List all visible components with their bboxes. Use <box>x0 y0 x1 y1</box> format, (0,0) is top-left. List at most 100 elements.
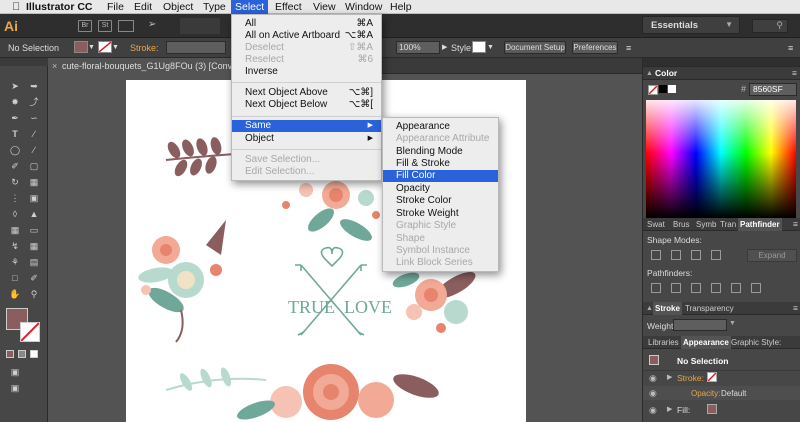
expand-button[interactable]: Expand <box>747 249 797 262</box>
minus-back-icon[interactable] <box>751 283 761 293</box>
preferences-button[interactable]: Preferences <box>572 41 618 54</box>
line-tool-icon[interactable]: ∕ <box>27 128 41 140</box>
visibility-eye-icon[interactable]: ◉ <box>649 405 657 416</box>
chevron-down-icon[interactable]: ▼ <box>88 42 95 54</box>
direct-selection-tool-icon[interactable]: ➥ <box>27 80 41 92</box>
workspace-switcher[interactable]: Essentials ▼ <box>642 16 740 34</box>
chevron-down-icon[interactable]: ▼ <box>729 320 736 327</box>
appearance-stroke-label[interactable]: Stroke: <box>677 373 704 383</box>
stroke-swatch[interactable] <box>98 41 112 53</box>
panel-menu-icon[interactable]: ≡ <box>788 42 793 54</box>
opacity-field[interactable]: 100% <box>396 41 440 54</box>
bridge-button[interactable]: Br <box>78 20 92 32</box>
curvature-tool-icon[interactable]: ∽ <box>27 112 41 124</box>
menu-view[interactable]: View <box>309 0 340 14</box>
fill-swatch[interactable] <box>74 41 88 53</box>
chevron-down-icon[interactable]: ▼ <box>487 42 494 54</box>
menu-item-next-object-below[interactable]: Next Object Below ⌥⌘[ <box>232 99 381 111</box>
appearance-opacity-label[interactable]: Opacity: <box>691 389 720 398</box>
eraser-icon[interactable]: ▢ <box>27 160 41 172</box>
black-swatch[interactable] <box>659 85 667 93</box>
menu-select[interactable]: Select <box>231 0 269 14</box>
submenu-item-fill-and-stroke[interactable]: Fill & Stroke <box>383 158 498 170</box>
menu-illustrator[interactable]: Illustrator CC <box>22 0 97 14</box>
submenu-item-stroke-weight[interactable]: Stroke Weight <box>383 208 498 220</box>
menu-item-same[interactable]: Same ▶ <box>232 120 381 132</box>
tab-stroke[interactable]: Stroke <box>653 302 682 315</box>
tab-symbols[interactable]: Symb <box>694 218 718 231</box>
magic-wand-icon[interactable]: ✸ <box>8 96 22 108</box>
menu-edit[interactable]: Edit <box>130 0 156 14</box>
stroke-color-box[interactable] <box>20 322 40 342</box>
menu-help[interactable]: Help <box>386 0 416 14</box>
panel-collapse-bar[interactable] <box>643 58 800 67</box>
column-graph-icon[interactable]: ▤ <box>27 256 41 268</box>
none-mode-icon[interactable] <box>30 350 38 358</box>
tab-transparency[interactable]: Transparency <box>683 302 736 315</box>
mesh-tool-icon[interactable]: ▦ <box>8 224 22 236</box>
shaper-tool-icon[interactable]: ✐ <box>8 160 22 172</box>
submenu-item-appearance[interactable]: Appearance <box>383 121 498 133</box>
color-spectrum[interactable] <box>646 100 796 218</box>
shape-builder-icon[interactable]: ◊ <box>8 208 22 220</box>
menu-file[interactable]: File <box>103 0 128 14</box>
arrange-documents-icon[interactable] <box>118 20 134 32</box>
stroke-label[interactable]: Stroke: <box>130 42 159 54</box>
trim-icon[interactable] <box>671 283 681 293</box>
stock-button[interactable]: St <box>98 20 112 32</box>
lasso-icon[interactable]: ⤴ <box>27 96 41 108</box>
tab-pathfinder[interactable]: Pathfinder <box>738 218 782 231</box>
hand-tool-icon[interactable]: ✋ <box>8 288 22 300</box>
rotate-tool-icon[interactable]: ↻ <box>8 176 22 188</box>
menu-item-inverse[interactable]: Inverse <box>232 66 381 78</box>
gpu-performance-icon[interactable]: ➢ <box>148 19 156 30</box>
menu-type[interactable]: Type <box>199 0 230 14</box>
tab-swatches[interactable]: Swat <box>645 218 667 231</box>
chevron-right-icon[interactable]: ▶ <box>442 42 447 54</box>
menu-item-all[interactable]: All ⌘A <box>232 18 381 30</box>
minus-front-icon[interactable] <box>671 250 681 260</box>
divide-icon[interactable] <box>651 283 661 293</box>
symbol-sprayer-icon[interactable]: ⚘ <box>8 256 22 268</box>
selection-tool-icon[interactable]: ➤ <box>8 80 22 92</box>
chevron-right-icon[interactable]: ▶ <box>667 405 672 413</box>
visibility-eye-icon[interactable]: ◉ <box>649 373 657 384</box>
slice-tool-icon[interactable]: ✐ <box>27 272 41 284</box>
appearance-stroke-swatch[interactable] <box>707 372 717 382</box>
ellipse-tool-icon[interactable]: ◯ <box>8 144 22 156</box>
pen-tool-icon[interactable]: ✒ <box>8 112 22 124</box>
artboard-tool-icon[interactable]: □ <box>8 272 22 284</box>
color-mode-icon[interactable] <box>6 350 14 358</box>
expand-icon[interactable]: ▲ <box>646 67 653 80</box>
panel-menu-icon[interactable]: ≡ <box>793 218 798 231</box>
tab-libraries[interactable]: Libraries <box>646 336 681 349</box>
close-icon[interactable]: × <box>52 58 57 74</box>
arrange-icon[interactable]: ≡ <box>626 42 631 54</box>
width-tool-icon[interactable]: ⋮ <box>8 192 22 204</box>
gradient-tool-icon[interactable]: ▭ <box>27 224 41 236</box>
perspective-grid-icon[interactable]: ▲ <box>27 208 41 220</box>
chevron-down-icon[interactable]: ▼ <box>112 42 119 54</box>
gradient-mode-icon[interactable] <box>18 350 26 358</box>
tab-appearance[interactable]: Appearance <box>681 336 731 349</box>
blend-tool-icon[interactable]: ▦ <box>27 240 41 252</box>
tab-transform[interactable]: Tran <box>718 218 738 231</box>
search-stock-field[interactable]: ⚲ <box>752 19 788 33</box>
expand-icon[interactable]: ▲ <box>646 302 653 315</box>
paintbrush-icon[interactable]: ∕ <box>27 144 41 156</box>
appearance-fill-label[interactable]: Fill: <box>677 405 690 415</box>
menu-object[interactable]: Object <box>159 0 197 14</box>
submenu-item-blending-mode[interactable]: Blending Mode <box>383 146 498 158</box>
document-setup-button[interactable]: Document Setup <box>504 41 566 54</box>
menu-item-object[interactable]: Object ▶ <box>232 133 381 145</box>
menu-effect[interactable]: Effect <box>271 0 306 14</box>
exclude-icon[interactable] <box>711 250 721 260</box>
crop-icon[interactable] <box>711 283 721 293</box>
white-swatch[interactable] <box>668 85 676 93</box>
stroke-weight-field[interactable] <box>166 41 226 54</box>
unite-icon[interactable] <box>651 250 661 260</box>
intersect-icon[interactable] <box>691 250 701 260</box>
visibility-eye-icon[interactable]: ◉ <box>649 388 657 399</box>
tab-graphic-styles[interactable]: Graphic Style: <box>729 336 783 349</box>
free-transform-icon[interactable]: ▣ <box>27 192 41 204</box>
